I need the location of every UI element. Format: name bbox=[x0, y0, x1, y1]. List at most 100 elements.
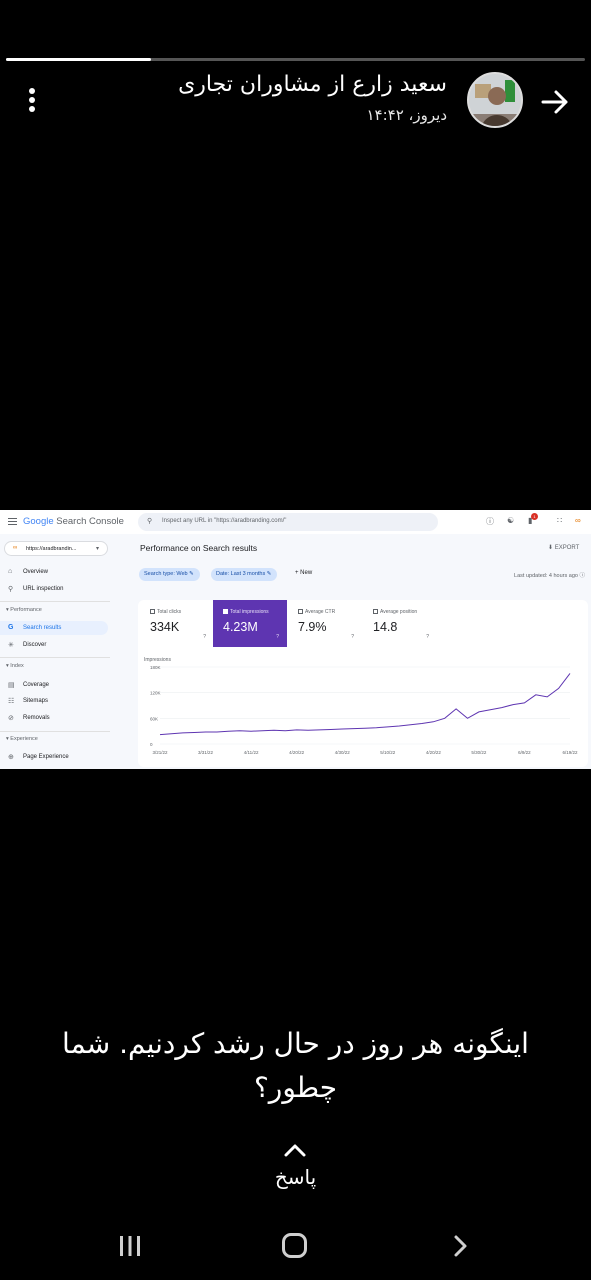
avatar[interactable] bbox=[467, 72, 523, 128]
nav-coverage-label: Coverage bbox=[23, 682, 50, 688]
story-progress-bar bbox=[6, 58, 585, 61]
impressions-chart: Impressions 180K 120K 60K 0 3/21/22 3/31/22 4/1… bbox=[144, 657, 578, 755]
plus-circle-icon: ⊕ bbox=[8, 754, 14, 761]
metric-impressions: Total impressions 4.23M ? bbox=[213, 600, 287, 647]
metric-clicks: Total clicks 334K ? bbox=[140, 600, 214, 647]
nav-discover: ✳ Discover bbox=[0, 638, 108, 652]
x-tick-label: 6/19/22 bbox=[562, 750, 578, 755]
eye-off-icon: ⊘ bbox=[8, 715, 14, 722]
metric-ctr: Average CTR 7.9% ? bbox=[288, 600, 362, 647]
metric-position: Average position 14.8 ? bbox=[363, 600, 437, 647]
section-performance-label: Performance bbox=[10, 607, 42, 613]
metric-clicks-label: Total clicks bbox=[157, 609, 182, 615]
x-tick-label: 4/30/22 bbox=[335, 750, 351, 755]
metric-ctr-label: Average CTR bbox=[305, 609, 336, 615]
x-tick-label: 6/9/22 bbox=[518, 750, 531, 755]
metric-ctr-value: 7.9% bbox=[298, 620, 327, 634]
last-updated-label: Last updated: 4 hours ago bbox=[514, 573, 578, 579]
nav-sitemaps-label: Sitemaps bbox=[23, 698, 49, 704]
performance-card: Total clicks 334K ? Total impressions 4.… bbox=[138, 600, 588, 767]
home-icon: ⌂ bbox=[8, 568, 13, 575]
divider bbox=[0, 601, 110, 602]
sc-logo: Google Search Console bbox=[23, 516, 124, 527]
x-tick-label: 4/20/22 bbox=[289, 750, 305, 755]
page-title: Performance on Search results bbox=[140, 543, 258, 553]
export-label: EXPORT bbox=[554, 545, 580, 551]
nav-discover-label: Discover bbox=[23, 642, 47, 648]
nav-search-results-label: Search results bbox=[23, 625, 62, 631]
y-tick-label: 180K bbox=[150, 665, 161, 670]
notification-badge: 1 bbox=[531, 513, 538, 520]
property-logo-icon: ∞ bbox=[575, 516, 581, 525]
x-tick-label: 3/21/22 bbox=[152, 750, 168, 755]
section-experience-label: Experience bbox=[10, 736, 38, 742]
more-vert-icon[interactable] bbox=[26, 88, 38, 114]
x-tick-label: 3/31/22 bbox=[198, 750, 214, 755]
logo-google: Google bbox=[23, 516, 54, 527]
story-image: Google Search Console ⚲ Inspect any URL … bbox=[0, 510, 591, 769]
x-tick-label: 5/10/22 bbox=[380, 750, 396, 755]
nav-page-experience: ⊕ Page Experience bbox=[0, 750, 108, 764]
new-filter-button: + New bbox=[295, 570, 313, 576]
users-icon: ☯ bbox=[507, 516, 515, 525]
sc-sidebar: ∞ https://aradbrandin... ▾ ⌂ Overview ⚲ UR… bbox=[0, 534, 118, 769]
hamburger-icon bbox=[8, 518, 17, 525]
help-icon: ? bbox=[426, 634, 429, 640]
last-updated: Last updated: 4 hours ago ⓘ bbox=[514, 573, 585, 579]
y-tick-label: 60K bbox=[150, 716, 158, 721]
home-icon[interactable] bbox=[282, 1233, 307, 1258]
y-tick-label: 120K bbox=[150, 691, 161, 696]
nav-url-inspection: ⚲ URL inspection bbox=[0, 582, 108, 596]
story-progress-fill bbox=[6, 58, 151, 61]
help-icon: ? bbox=[351, 634, 354, 640]
metric-clicks-value: 334K bbox=[150, 620, 180, 634]
sc-search-input: ⚲ Inspect any URL in "https://aradbrandi… bbox=[138, 513, 438, 531]
divider bbox=[0, 657, 110, 658]
new-filter-label: New bbox=[300, 570, 313, 576]
sc-topbar: Google Search Console ⚲ Inspect any URL … bbox=[0, 510, 591, 534]
search-icon: ⚲ bbox=[147, 518, 153, 525]
divider bbox=[0, 731, 110, 732]
filter-search-type-label: Search type: Web bbox=[144, 571, 188, 577]
reply-button[interactable]: پاسخ bbox=[0, 1165, 591, 1189]
story-caption: اینگونه هر روز در حال رشد کردنیم. شما چط… bbox=[62, 1027, 529, 1104]
story-title: سعید زارع از مشاوران تجاری bbox=[178, 72, 447, 97]
coverage-icon: ▤ bbox=[8, 682, 15, 689]
nav-removals: ⊘ Removals bbox=[0, 711, 108, 725]
recents-icon[interactable] bbox=[118, 1234, 142, 1258]
property-selector: ∞ https://aradbrandin... ▾ bbox=[4, 541, 108, 556]
nav-overview: ⌂ Overview bbox=[0, 565, 108, 579]
nav-coverage: ▤ Coverage bbox=[0, 678, 108, 692]
chevron-up-icon[interactable] bbox=[281, 1142, 309, 1158]
back-icon[interactable] bbox=[450, 1234, 470, 1258]
x-tick-label: 5/30/22 bbox=[471, 750, 487, 755]
help-icon: ? bbox=[276, 634, 279, 640]
filter-date: Date: Last 3 months ✎ bbox=[211, 568, 278, 581]
nav-page-experience-label: Page Experience bbox=[23, 754, 69, 760]
x-tick-label: 4/20/22 bbox=[426, 750, 442, 755]
asterisk-icon: ✳ bbox=[8, 642, 14, 649]
nav-removals-label: Removals bbox=[23, 715, 50, 721]
y-axis-label: Impressions bbox=[144, 657, 171, 663]
metric-position-label: Average position bbox=[380, 609, 418, 615]
nav-overview-label: Overview bbox=[23, 569, 49, 575]
filter-search-type: Search type: Web ✎ bbox=[139, 568, 200, 581]
section-experience: ▾ Experience bbox=[6, 736, 38, 742]
property-label: https://aradbrandin... bbox=[26, 546, 77, 552]
metric-position-value: 14.8 bbox=[373, 620, 398, 634]
filter-date-label: Date: Last 3 months bbox=[216, 571, 266, 577]
nav-search-results: G Search results bbox=[0, 621, 108, 635]
nav-url-inspection-label: URL inspection bbox=[23, 586, 64, 592]
nav-sitemaps: ☷ Sitemaps bbox=[0, 694, 108, 708]
apps-icon: ∷ bbox=[557, 516, 563, 525]
sc-search-placeholder: Inspect any URL in "https://aradbranding… bbox=[162, 518, 287, 524]
help-icon: ⓘ bbox=[486, 517, 494, 526]
avatar-photo bbox=[469, 74, 521, 126]
search-icon: ⚲ bbox=[8, 586, 14, 593]
caret-down-icon: ▾ bbox=[95, 546, 99, 552]
arrow-right-icon[interactable] bbox=[537, 84, 573, 120]
property-icon: ∞ bbox=[13, 545, 18, 551]
metric-impressions-value: 4.23M bbox=[223, 620, 258, 634]
section-performance: ▾ Performance bbox=[6, 607, 42, 613]
x-tick-label: 4/11/22 bbox=[244, 750, 259, 755]
